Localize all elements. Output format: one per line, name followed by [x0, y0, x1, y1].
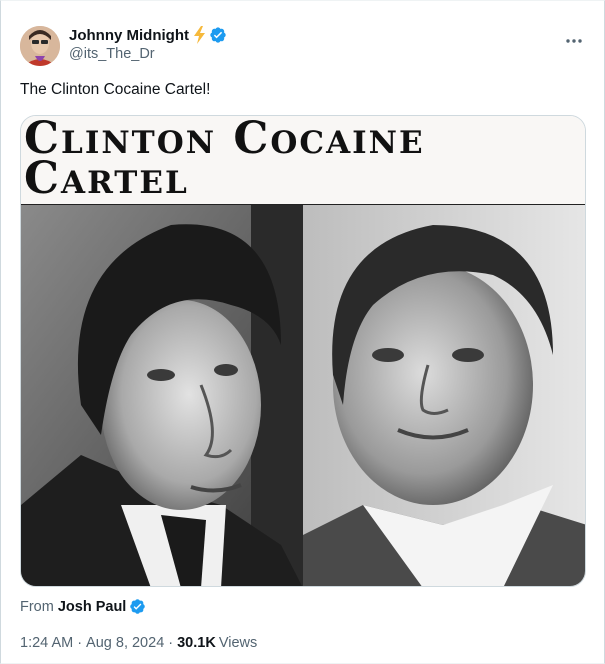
author-names: Johnny Midnight @its_The_Dr [69, 25, 227, 62]
photo-right-portrait [303, 205, 585, 586]
tweet-meta: 1:24 AM · Aug 8, 2024 · 30.1K Views [20, 635, 257, 651]
photo-left-portrait [21, 205, 303, 586]
avatar-image [20, 26, 60, 66]
attribution-prefix: From [20, 598, 54, 615]
tweet-media[interactable]: Clinton Cocaine Cartel [20, 115, 586, 587]
media-title-line-2: Cartel [24, 153, 189, 204]
verified-badge-icon [129, 598, 146, 615]
tweet-header: Johnny Midnight @its_The_Dr [20, 23, 590, 69]
tweet-text: The Clinton Cocaine Cartel! [20, 81, 211, 98]
more-dots-icon [566, 39, 582, 43]
media-title-text: Clinton Cocaine Cartel [24, 117, 564, 204]
verified-badge-icon[interactable] [209, 26, 227, 44]
author-handle[interactable]: @its_The_Dr [69, 46, 227, 62]
author-display-name[interactable]: Johnny Midnight [69, 27, 189, 44]
meta-separator: · [77, 635, 83, 651]
meta-separator: · [168, 635, 174, 651]
views-count: 30.1K [177, 635, 216, 651]
tweet-time[interactable]: 1:24 AM [20, 635, 73, 651]
lightning-bolt-icon [192, 26, 207, 44]
more-options-button[interactable] [564, 31, 584, 51]
views-label: Views [218, 635, 258, 651]
attribution-author-link[interactable]: Josh Paul [58, 599, 127, 615]
author-name-row: Johnny Midnight [69, 25, 227, 45]
media-attribution: From Josh Paul [20, 598, 146, 615]
tweet-date[interactable]: Aug 8, 2024 [86, 635, 164, 651]
author-avatar[interactable] [20, 26, 60, 66]
media-title-banner: Clinton Cocaine Cartel [21, 116, 585, 205]
tweet-card: Johnny Midnight @its_The_Dr The Clinton … [0, 0, 605, 664]
